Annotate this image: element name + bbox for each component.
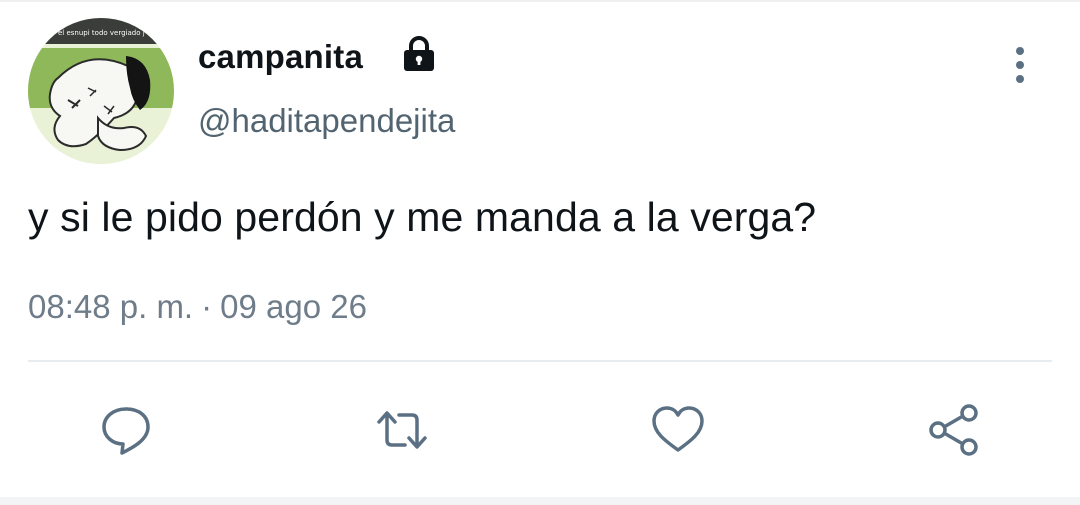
like-button[interactable] <box>650 402 706 458</box>
avatar-caption: el esnupi todo vergiado j <box>58 29 145 37</box>
tweet-date[interactable]: 09 ago 26 <box>220 288 367 325</box>
separator: · <box>201 288 213 325</box>
more-vertical-icon <box>1016 47 1024 83</box>
handle[interactable]: @haditapendejita <box>198 102 455 140</box>
bottom-divider <box>0 497 1080 505</box>
timestamp: 08:48 p. m. · 09 ago 26 <box>28 288 367 326</box>
snoopy-avatar-image: el esnupi todo vergiado j <box>28 18 174 164</box>
share-button[interactable] <box>926 402 982 458</box>
actions-divider <box>28 360 1052 362</box>
retweet-button[interactable] <box>374 402 430 458</box>
share-icon <box>929 404 978 456</box>
avatar[interactable]: el esnupi todo vergiado j <box>28 18 174 164</box>
tweet-text: y si le pido perdón y me manda a la verg… <box>28 194 817 240</box>
heart-icon <box>652 406 704 452</box>
top-divider <box>0 0 1080 2</box>
display-name[interactable]: campanita <box>198 38 363 76</box>
reply-icon <box>102 407 150 455</box>
lock-icon <box>398 33 440 75</box>
retweet-icon <box>377 411 427 449</box>
tweet-time[interactable]: 08:48 p. m. <box>28 288 193 325</box>
reply-button[interactable] <box>98 402 154 458</box>
more-options-button[interactable] <box>1000 44 1040 88</box>
